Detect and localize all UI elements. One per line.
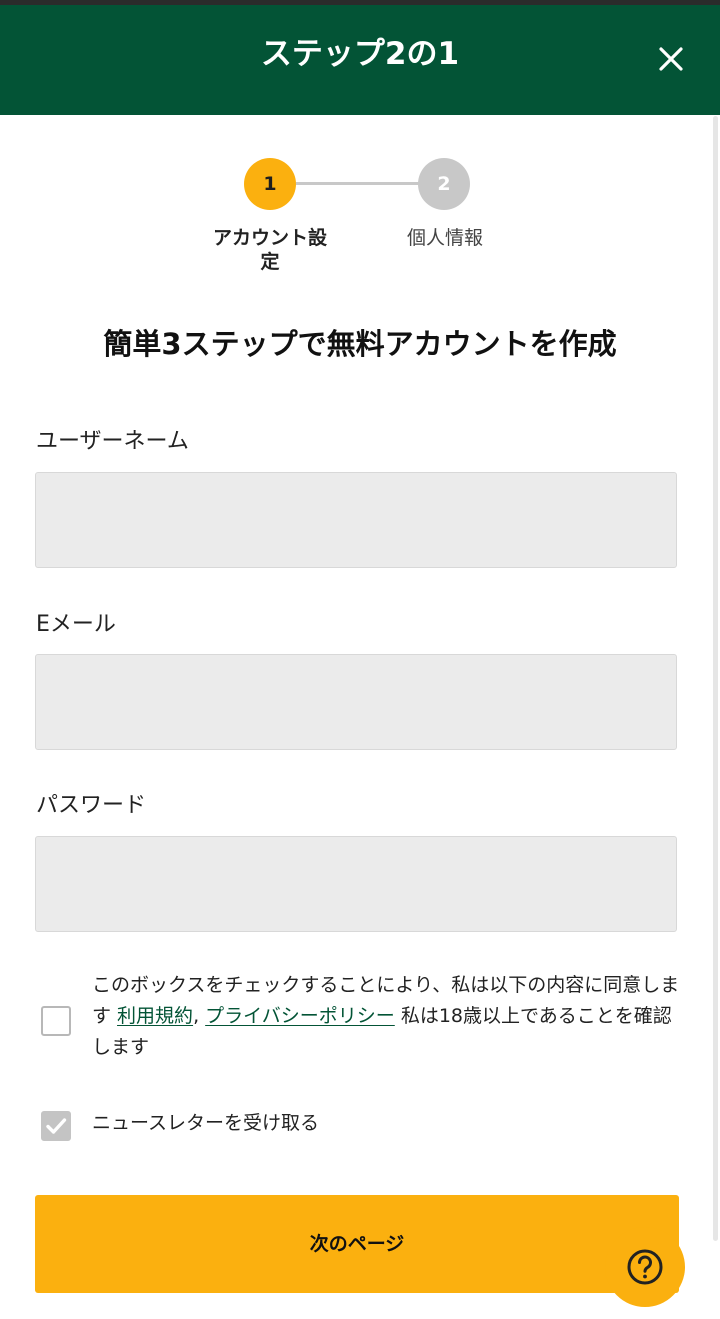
next-page-button[interactable]: 次のページ (35, 1195, 679, 1293)
checkmark-icon (46, 1118, 67, 1134)
header: ステップ2の1 (0, 5, 720, 115)
terms-of-service-link[interactable]: 利用規約 (117, 1005, 193, 1027)
password-input[interactable] (35, 836, 677, 932)
step-connector-line (296, 182, 420, 185)
newsletter-checkbox[interactable] (41, 1111, 71, 1141)
step-1-label-line-2: 定 (260, 251, 280, 273)
username-input[interactable] (35, 472, 677, 568)
page-heading: 簡単3ステップで無料アカウントを作成 (103, 327, 617, 361)
close-icon (659, 47, 683, 71)
help-button[interactable] (605, 1227, 685, 1307)
privacy-policy-link[interactable]: プライバシーポリシー (205, 1005, 395, 1027)
terms-checkbox[interactable] (41, 1006, 71, 1036)
step-1-indicator: 1 (244, 158, 296, 210)
terms-text: このボックスをチェックすることにより、私は以下の内容に同意します 利用規約, プ… (92, 970, 682, 1063)
step-2-indicator: 2 (418, 158, 470, 210)
username-label: ユーザーネーム (36, 429, 189, 454)
question-circle-icon (627, 1249, 663, 1285)
step-1-label: アカウント設 定 (200, 226, 340, 274)
stepper: 1 2 アカウント設 定 個人情報 (0, 116, 720, 286)
close-button[interactable] (648, 36, 694, 82)
step-2-label: 個人情報 (406, 227, 483, 249)
step-1-label-line-1: アカウント設 (212, 227, 327, 249)
terms-separator: , (193, 1005, 206, 1027)
newsletter-label: ニュースレターを受け取る (92, 1112, 320, 1134)
header-title: ステップ2の1 (260, 36, 460, 72)
email-input[interactable] (35, 654, 677, 750)
password-label: パスワード (36, 793, 147, 818)
email-label: Eメール (36, 612, 116, 637)
